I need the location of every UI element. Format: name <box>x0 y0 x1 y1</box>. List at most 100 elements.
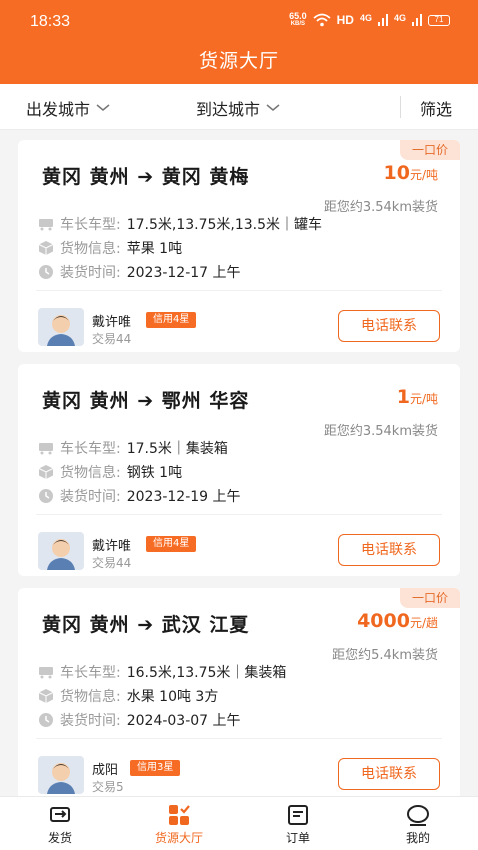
cargo-hall-icon <box>169 805 190 825</box>
load-time-value: 2023-12-17 上午 <box>126 265 241 281</box>
profile-icon <box>407 805 429 826</box>
vehicle-row: 车长车型: 17.5米｜集装箱 <box>38 438 228 458</box>
net-speed: 65.0 KB/S <box>289 12 307 28</box>
avatar <box>38 308 84 346</box>
tab-orders[interactable]: 订单 <box>258 803 338 846</box>
filter-button[interactable]: 筛选 <box>420 96 452 120</box>
trade-count: 交易5 <box>92 780 124 794</box>
divider <box>36 290 442 291</box>
credit-badge: 信用4星 <box>146 536 197 552</box>
goods-row: 货物信息: 钢铁 1吨 <box>38 462 182 482</box>
net-speed-value: 65.0 <box>289 11 307 21</box>
tab-label: 订单 <box>285 831 310 845</box>
truck-icon <box>39 219 53 231</box>
vehicle-label: 车长车型: <box>60 217 121 233</box>
price-unit: 元/吨 <box>409 168 438 182</box>
signal-1-label: 4G <box>359 13 372 23</box>
price-unit: 元/趟 <box>409 616 438 630</box>
load-time-value: 2024-03-07 上午 <box>126 713 241 729</box>
cargo-card[interactable]: 一口价 黄冈 黄州 ➔ 黄冈 黄梅 10元/吨 距您约3.54km装货 车长车型… <box>18 140 460 352</box>
divider <box>400 96 401 118</box>
vehicle-value: 17.5米｜集装箱 <box>126 441 228 457</box>
signal-icon <box>412 14 422 26</box>
user-name: 戴许唯 <box>92 539 132 554</box>
divider <box>36 514 442 515</box>
cargo-card[interactable]: 黄冈 黄州 ➔ 鄂州 华容 1元/吨 距您约3.54km装货 车长车型: 17.… <box>18 364 460 576</box>
call-button[interactable]: 电话联系 <box>338 534 440 566</box>
order-icon <box>288 805 308 825</box>
price: 4000元/趟 <box>357 610 438 632</box>
load-time-row: 装货时间: 2024-03-07 上午 <box>38 710 241 730</box>
vehicle-label: 车长车型: <box>60 441 121 457</box>
credit-badge: 信用3星 <box>130 760 181 776</box>
distance: 距您约5.4km装货 <box>332 648 438 663</box>
tab-ship[interactable]: 发货 <box>20 803 100 846</box>
trade-count: 交易44 <box>92 332 132 346</box>
signal-icon <box>377 14 388 26</box>
chevron-down-icon <box>266 104 280 111</box>
tab-label: 我的 <box>405 831 430 845</box>
load-time-label: 装货时间: <box>60 265 121 281</box>
call-button[interactable]: 电话联系 <box>338 758 440 790</box>
goods-label: 货物信息: <box>60 241 121 257</box>
vehicle-value: 17.5米,13.75米,13.5米｜罐车 <box>126 217 323 233</box>
goods-label: 货物信息: <box>60 465 121 481</box>
route-title: 黄冈 黄州 ➔ 黄冈 黄梅 <box>42 166 250 188</box>
battery-icon: 71 <box>428 14 450 26</box>
tab-cargo-hall[interactable]: 货源大厅 <box>139 803 219 846</box>
arrival-city-label: 到达城市 <box>196 100 261 119</box>
arrival-city-dropdown[interactable]: 到达城市 <box>196 96 280 120</box>
tab-profile[interactable]: 我的 <box>378 803 458 846</box>
distance: 距您约3.54km装货 <box>323 424 438 439</box>
distance: 距您约3.54km装货 <box>323 200 438 215</box>
signal-2-label: 4G <box>393 13 406 23</box>
truck-icon <box>39 443 53 455</box>
load-time-row: 装货时间: 2023-12-17 上午 <box>38 262 241 282</box>
net-speed-unit: KB/S <box>290 21 306 27</box>
trade-count: 交易44 <box>92 556 132 570</box>
hd-indicator: HD <box>336 13 354 27</box>
load-time-label: 装货时间: <box>60 489 121 505</box>
price: 1元/吨 <box>397 386 438 408</box>
price-unit: 元/吨 <box>409 392 438 406</box>
bottom-tab-bar: 发货 货源大厅 订单 我的 <box>0 796 478 850</box>
tab-label: 发货 <box>47 831 72 845</box>
tab-label: 货源大厅 <box>154 831 203 845</box>
vehicle-value: 16.5米,13.75米｜集装箱 <box>126 665 287 681</box>
goods-value: 苹果 1吨 <box>126 241 183 257</box>
load-time-row: 装货时间: 2023-12-19 上午 <box>38 486 241 506</box>
box-icon <box>38 689 54 703</box>
user-name: 成阳 <box>92 763 119 778</box>
chevron-down-icon <box>96 104 110 111</box>
route-title: 黄冈 黄州 ➔ 武汉 江夏 <box>42 614 250 636</box>
clock-icon <box>39 489 53 503</box>
goods-row: 货物信息: 水果 10吨 3方 <box>38 686 218 706</box>
wifi-icon <box>313 13 331 27</box>
truck-icon <box>39 667 53 679</box>
avatar <box>38 532 84 570</box>
load-time-label: 装货时间: <box>60 713 121 729</box>
filter-bar: 出发城市 到达城市 筛选 <box>0 84 478 130</box>
fixed-price-badge: 一口价 <box>400 588 460 608</box>
fixed-price-badge: 一口价 <box>400 140 460 160</box>
page-title: 货源大厅 <box>198 50 279 72</box>
goods-label: 货物信息: <box>60 689 121 705</box>
goods-value: 钢铁 1吨 <box>126 465 183 481</box>
divider <box>36 738 442 739</box>
avatar <box>38 756 84 794</box>
vehicle-row: 车长车型: 16.5米,13.75米｜集装箱 <box>38 662 286 682</box>
truck-icon <box>50 807 70 822</box>
call-button[interactable]: 电话联系 <box>338 310 440 342</box>
status-time: 18:33 <box>30 13 71 30</box>
status-icons: 65.0 KB/S HD 4G 4G 71 <box>289 12 450 28</box>
vehicle-label: 车长车型: <box>60 665 121 681</box>
load-time-value: 2023-12-19 上午 <box>126 489 241 505</box>
status-bar: 18:33 65.0 KB/S HD 4G 4G 71 <box>0 0 478 40</box>
goods-value: 水果 10吨 3方 <box>126 689 219 705</box>
credit-badge: 信用4星 <box>146 312 197 328</box>
clock-icon <box>39 265 53 279</box>
departure-city-dropdown[interactable]: 出发城市 <box>26 96 110 120</box>
price-value: 4000 <box>357 610 410 632</box>
user-name: 戴许唯 <box>92 315 132 330</box>
cargo-card[interactable]: 一口价 黄冈 黄州 ➔ 武汉 江夏 4000元/趟 距您约5.4km装货 车长车… <box>18 588 460 800</box>
